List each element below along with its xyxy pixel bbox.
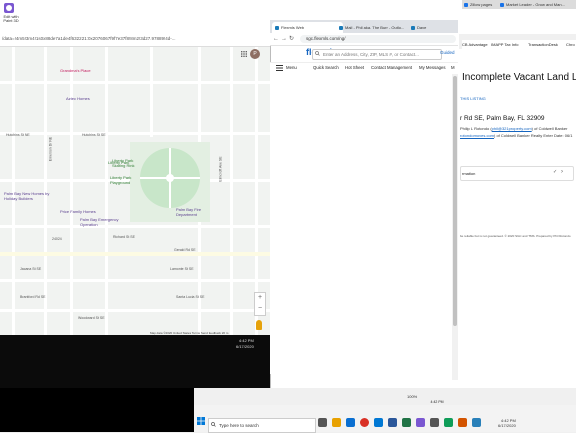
guided-link[interactable]: Guided: [440, 50, 455, 55]
edge-icon[interactable]: [346, 418, 355, 427]
app-icon[interactable]: [444, 418, 453, 427]
secondary-display-area: [0, 335, 270, 388]
app-icon[interactable]: [430, 418, 439, 427]
word-icon[interactable]: [388, 418, 397, 427]
bookmarks-bar: CB Advantage IMAPP Tax Info TransactionD…: [462, 40, 576, 49]
excel-icon[interactable]: [402, 418, 411, 427]
agent-office: ) of Coldwell Banker: [531, 126, 568, 131]
poi-palm-bay-new-homes[interactable]: Palm Bay New Homes by Holiday Builders: [4, 191, 52, 201]
paint-3d-taskbar-icon[interactable]: [416, 418, 425, 427]
map-url-text: /data=!4m5!3m4!1s0x88de7a1de4f632221:0x2…: [2, 36, 176, 41]
road-number-label: 24024: [52, 237, 62, 241]
clock-date: 6/17/2020: [236, 344, 254, 349]
tab-flexmls-web[interactable]: Flexmls Web: [272, 22, 343, 33]
information-label: rmation: [462, 171, 476, 176]
listing-title: Incomplete Vacant Land Lis: [462, 72, 576, 83]
quick-search-menu[interactable]: Quick Search: [313, 64, 339, 72]
bookmark-chrome[interactable]: Chro: [566, 40, 575, 49]
bookmark-cb-advantage[interactable]: CB Advantage: [462, 40, 488, 49]
my-messages-menu[interactable]: My Messages: [419, 64, 446, 72]
black-region: [0, 388, 194, 432]
poi-fire-department[interactable]: Palm Bay Fire Department: [176, 207, 214, 217]
search-icon: [315, 51, 320, 56]
windows-start-icon[interactable]: [197, 417, 205, 425]
bookmark-transactiondesk[interactable]: TransactionDesk: [528, 40, 558, 49]
poi-playground[interactable]: Liberty Park Playground: [110, 175, 140, 185]
poi-grandmas-place[interactable]: Grandma's Place: [60, 68, 91, 73]
co-agent-email-link[interactable]: rotondomoves.com: [460, 133, 494, 138]
check-icon: ✓: [553, 169, 558, 175]
street-label: Santa Lucia St SE: [176, 295, 205, 299]
taskbar-search-input[interactable]: Type here to search: [208, 418, 316, 433]
avatar[interactable]: P: [250, 49, 260, 59]
reload-icon[interactable]: ↻: [289, 35, 294, 43]
tray-date: 6/17/2020: [498, 423, 516, 428]
map-zoom-control: + −: [254, 292, 266, 316]
street-label: Jacana St SE: [20, 267, 42, 271]
zoom-out-button[interactable]: −: [255, 304, 265, 315]
contact-management-menu[interactable]: Contact Management: [371, 64, 412, 72]
more-menu[interactable]: M: [451, 64, 455, 72]
street-label: Hutchins St NE: [6, 133, 30, 137]
secondary-clock: 4:42 PM 6/17/2020: [236, 338, 254, 350]
tab-outlook-mail[interactable]: Mail - Phil aka. The Burr - Outlo...: [336, 22, 415, 33]
street-label: Richard St SE: [113, 235, 135, 239]
flexmls-content-area: [270, 74, 458, 374]
paint-3d-label: Edit with Paint 3D: [3, 14, 19, 23]
this-listing-link[interactable]: THIS LISTING: [460, 96, 486, 101]
desktop-gap: [194, 388, 458, 405]
back-arrow-icon[interactable]: ←: [273, 35, 279, 43]
zoom-in-button[interactable]: +: [255, 293, 265, 304]
street-label: Emerson Dr NE: [48, 136, 53, 162]
listing-agent-line: Philip L Rotondo (phil@321property.com) …: [460, 126, 567, 131]
hot-sheet-menu[interactable]: Hot Sheet: [345, 64, 364, 72]
app-icon[interactable]: [458, 418, 467, 427]
map-address-bar[interactable]: /data=!4m5!3m4!1s0x88de7a1de4f632221:0x2…: [0, 34, 270, 47]
listing-address: r Rd SE, Palm Bay, FL 32909: [460, 115, 545, 122]
agent-name: Philip L Rotondo (: [460, 126, 492, 131]
chrome-icon[interactable]: [360, 418, 369, 427]
menu-button[interactable]: Menu: [286, 64, 297, 72]
flexmls-scrollbar-thumb[interactable]: [453, 76, 457, 326]
street-label: Gerald Rd SE: [174, 248, 196, 252]
street-label: Elmcroft Ave SE: [218, 156, 223, 182]
forward-arrow-icon[interactable]: →: [281, 35, 287, 43]
system-tray-clock[interactable]: 4:42 PM 6/17/2020: [498, 418, 516, 428]
file-explorer-icon[interactable]: [332, 418, 341, 427]
paint-3d-icon[interactable]: [2, 1, 16, 15]
poi-price-family-homes[interactable]: Price Family Homes: [60, 209, 96, 214]
search-icon: [211, 422, 216, 427]
bookmark-imapp-tax-info[interactable]: IMAPP Tax Info: [491, 40, 518, 49]
street-label: Hutchins St SE: [82, 133, 106, 137]
chevron-right-icon[interactable]: ›: [561, 169, 563, 175]
agent-email-link[interactable]: phil@321property.com: [492, 126, 532, 131]
flexmls-address-bar[interactable]: sgc.flexmls.com/ng/: [300, 35, 456, 43]
tab-dave[interactable]: Dave: [408, 22, 457, 33]
hamburger-menu-icon[interactable]: [276, 65, 283, 71]
flexmls-search-input[interactable]: Enter an Address, City, ZIP, MLS #, or C…: [312, 49, 442, 60]
street-label: Lamonte St SE: [170, 267, 194, 271]
task-view-icon[interactable]: [318, 418, 327, 427]
street-label: Brantford Rd SE: [20, 295, 46, 299]
app-icon[interactable]: [472, 418, 481, 427]
street-label: Woodward St SE: [78, 316, 105, 320]
map-canvas[interactable]: Liberty Park Liberty Park Skating Rink L…: [0, 47, 270, 335]
background-tab[interactable]: Market Leader - Grow and Man...: [498, 1, 576, 9]
street-view-pegman-icon[interactable]: [256, 320, 262, 330]
outlook-icon[interactable]: [374, 418, 383, 427]
poi-aztec-homes[interactable]: Aztec Homes: [66, 96, 90, 101]
listing-disclaimer: be reliable but is not guaranteed. © 202…: [460, 234, 571, 238]
zoom-level: 100%: [407, 394, 418, 399]
background-tab-strip: Zillow pages Market Leader - Grow and Ma…: [462, 0, 576, 9]
poi-skating-rink[interactable]: Liberty Park Skating Rink: [112, 158, 142, 168]
poi-emergency-operation[interactable]: Palm Bay Emergency Operation: [80, 217, 124, 227]
co-agent-office: ) of Coldwell Banker Realty Enter Date: …: [494, 133, 573, 138]
flexmls-tab-strip: Flexmls Web Mail - Phil aka. The Burr - …: [270, 20, 458, 33]
co-agent-line: rotondomoves.com) of Coldwell Banker Rea…: [460, 133, 573, 138]
google-apps-icon[interactable]: [241, 51, 247, 57]
